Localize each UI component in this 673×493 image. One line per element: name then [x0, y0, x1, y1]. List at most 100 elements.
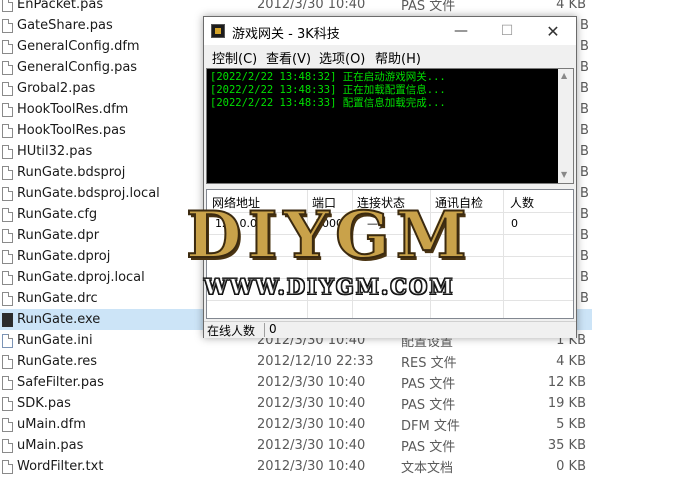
file-name: RunGate.ini: [17, 333, 93, 348]
file-type: RES 文件: [401, 356, 457, 371]
file-row[interactable]: SDK.pas 2012/3/30 10:40 PAS 文件 19 KB: [0, 393, 592, 414]
cell-count: 0: [511, 217, 518, 230]
menu-help[interactable]: 帮助(H): [375, 48, 421, 67]
file-row[interactable]: RunGate.res 2012/12/10 22:33 RES 文件 4 KB: [0, 351, 592, 372]
file-name: RunGate.dpr: [17, 228, 100, 243]
log-console[interactable]: [2022/2/22 13:48:32] 正在启动游戏网关... [2022/2…: [206, 68, 574, 184]
file-name: uMain.dfm: [17, 417, 86, 432]
scroll-up-icon[interactable]: ▲: [561, 71, 567, 80]
grid-line: [207, 256, 573, 257]
file-size: 4 KB: [556, 354, 586, 369]
file-type: DFM 文件: [401, 419, 460, 434]
file-name: RunGate.drc: [17, 291, 98, 306]
file-icon: [2, 228, 13, 243]
file-name: SDK.pas: [17, 396, 71, 411]
window-title: 游戏网关 - 3K科技: [232, 27, 340, 42]
file-date: 2012/3/30 10:40: [257, 459, 366, 474]
file-size: 4 KB: [556, 0, 586, 12]
file-row[interactable]: uMain.dfm 2012/3/30 10:40 DFM 文件 5 KB: [0, 414, 592, 435]
file-icon: [2, 165, 13, 180]
pas-file-icon: [2, 375, 13, 390]
file-icon: [2, 186, 13, 201]
grid-line: [207, 278, 573, 279]
file-type: PAS 文件: [401, 398, 456, 413]
status-label: 在线人数: [207, 324, 256, 338]
title-bar[interactable]: 游戏网关 - 3K科技 — ☐ ✕: [204, 17, 576, 45]
cell-address: 127.0.0.1: [215, 217, 268, 230]
file-name: GateShare.pas: [17, 18, 113, 33]
file-icon: [2, 207, 13, 222]
file-type: 文本文档: [401, 461, 454, 476]
minimize-button[interactable]: —: [438, 17, 484, 45]
pas-file-icon: [2, 123, 13, 138]
file-name: Grobal2.pas: [17, 81, 96, 96]
column-header-port[interactable]: 端口: [312, 194, 336, 211]
pas-file-icon: [2, 60, 13, 75]
file-size: 19 KB: [547, 396, 586, 411]
file-name: EnPacket.pas: [17, 0, 104, 12]
menu-view[interactable]: 查看(V): [266, 48, 311, 67]
app-window[interactable]: 游戏网关 - 3K科技 — ☐ ✕ 控制(C) 查看(V) 选项(O) 帮助(H…: [203, 16, 577, 338]
close-button[interactable]: ✕: [530, 17, 576, 45]
menu-control[interactable]: 控制(C): [212, 48, 257, 67]
dfm-file-icon: [2, 417, 13, 432]
file-name: GeneralConfig.pas: [17, 60, 138, 75]
file-size-fragment: B: [580, 39, 589, 54]
file-name: RunGate.bdsproj.local: [17, 186, 160, 201]
file-name: RunGate.dproj: [17, 249, 111, 264]
column-header-status[interactable]: 连接状态: [357, 194, 405, 211]
file-size: 35 KB: [547, 438, 586, 453]
file-date: 2012/3/30 10:40: [257, 0, 366, 12]
pas-file-icon: [2, 81, 13, 96]
file-row[interactable]: uMain.pas 2012/3/30 10:40 PAS 文件 35 KB: [0, 435, 592, 456]
gate-list-view[interactable]: 网络地址 端口 连接状态 通讯自检 人数 127.0.0.1 5000 —] […: [206, 189, 574, 319]
file-size-fragment: B: [580, 18, 589, 33]
file-size-fragment: B: [580, 249, 589, 264]
scroll-down-icon[interactable]: ▼: [561, 170, 567, 179]
file-size: 12 KB: [547, 375, 586, 390]
file-row[interactable]: EnPacket.pas 2012/3/30 10:40 PAS 文件 4 KB: [0, 0, 592, 15]
grid-line: [352, 190, 353, 318]
log-scrollbar[interactable]: ▲ ▼: [558, 69, 573, 183]
file-icon: [2, 270, 13, 285]
file-name: RunGate.cfg: [17, 207, 98, 222]
cell-status: —]: [367, 217, 383, 230]
file-date: 2012/3/30 10:40: [257, 375, 366, 390]
file-size: 0 KB: [556, 459, 586, 474]
maximize-button[interactable]: ☐: [484, 17, 530, 45]
cell-status-b: [—: [403, 217, 419, 230]
txt-file-icon: [2, 459, 13, 474]
file-size-fragment: B: [580, 270, 589, 285]
file-size-fragment: B: [580, 186, 589, 201]
cell-port: 5000: [315, 217, 343, 230]
file-row[interactable]: SafeFilter.pas 2012/3/30 10:40 PAS 文件 12 KB: [0, 372, 592, 393]
grid-line: [503, 190, 504, 318]
file-name: RunGate.bdsproj: [17, 165, 126, 180]
file-row[interactable]: WordFilter.txt 2012/3/30 10:40 文本文档 0 KB: [0, 456, 592, 477]
file-size-fragment: B: [580, 228, 589, 243]
file-size-fragment: B: [580, 144, 589, 159]
file-date: 2012/3/30 10:40: [257, 396, 366, 411]
file-name: uMain.pas: [17, 438, 84, 453]
dfm-file-icon: [2, 102, 13, 117]
ini-file-icon: [2, 333, 13, 348]
status-bar: 在线人数 0: [204, 321, 576, 338]
file-size-fragment: B: [580, 291, 589, 306]
pas-file-icon: [2, 0, 13, 12]
file-size-fragment: B: [580, 123, 589, 138]
menu-options[interactable]: 选项(O): [319, 48, 365, 67]
file-size: 5 KB: [556, 417, 586, 432]
file-name: HookToolRes.pas: [17, 123, 126, 138]
file-size-fragment: B: [580, 207, 589, 222]
column-header-selfcheck[interactable]: 通讯自检: [435, 194, 483, 211]
file-size-fragment: B: [580, 165, 589, 180]
pas-file-icon: [2, 144, 13, 159]
file-icon: [2, 354, 13, 369]
file-icon: [2, 291, 13, 306]
file-size-fragment: B: [580, 102, 589, 117]
log-line: [2022/2/22 13:48:32] 正在启动游戏网关...: [210, 71, 446, 83]
column-header-count[interactable]: 人数: [510, 194, 534, 211]
column-header-address[interactable]: 网络地址: [212, 194, 260, 211]
file-name: HUtil32.pas: [17, 144, 93, 159]
online-count: 0: [269, 322, 277, 336]
